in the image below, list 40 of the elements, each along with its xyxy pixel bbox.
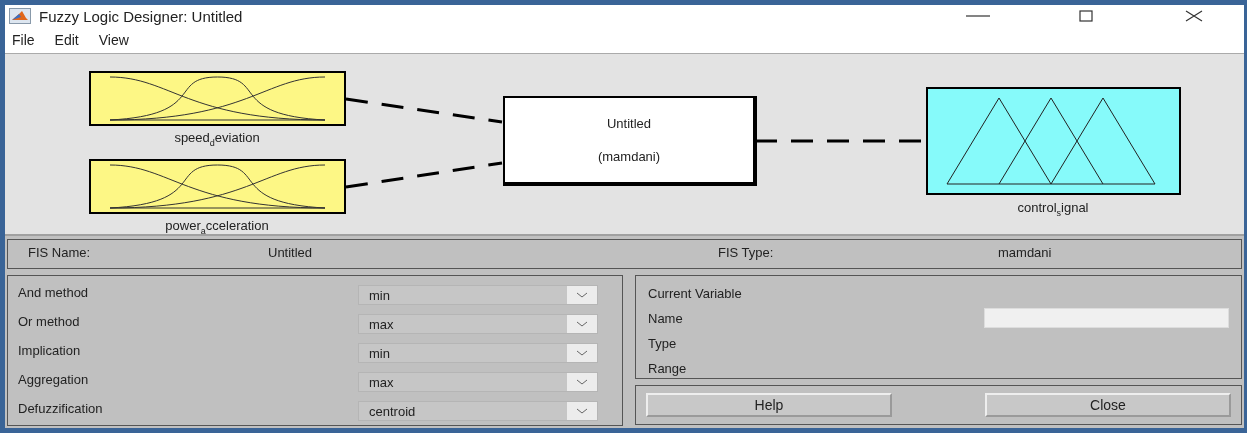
field-label: Name (648, 310, 684, 326)
menu-item[interactable]: View (97, 30, 130, 50)
menu-item[interactable]: Edit (53, 30, 80, 50)
chevron-down-icon (576, 321, 588, 327)
method-label: Or method (18, 313, 81, 329)
name-field[interactable] (984, 308, 1229, 328)
variable-label: control$_{s}$ignal (1017, 200, 1089, 218)
membership-function-block[interactable] (89, 71, 346, 126)
fis-type-label: FIS Type: (717, 245, 775, 260)
help-button[interactable]: Help (646, 393, 892, 417)
method-dropdown[interactable]: max (358, 372, 598, 392)
membership-function-block[interactable] (89, 159, 346, 214)
method-dropdown[interactable]: max (358, 314, 598, 334)
variable-label: speed$_{d}$eviation (174, 130, 260, 148)
chevron-down-icon (576, 350, 588, 356)
variable-label: power$_{a}$cceleration (165, 218, 269, 236)
method-label: Aggregation (18, 371, 90, 387)
section-title: Current Variable (648, 285, 743, 301)
fis-type-value: mamdani (997, 245, 1053, 260)
method-label: And method (18, 284, 90, 300)
system-name: Untitled (606, 116, 652, 131)
field-label: Type (648, 335, 678, 351)
method-dropdown[interactable]: min (358, 343, 598, 363)
method-dropdown[interactable]: min (358, 285, 598, 305)
app-logo-icon (9, 8, 31, 24)
system-block[interactable]: Untitled (mamdani) (503, 96, 757, 186)
chevron-down-icon (576, 408, 588, 414)
fis-name-label: FIS Name: (27, 245, 92, 260)
membership-function-block[interactable] (926, 87, 1181, 195)
system-type: (mamdani) (597, 149, 661, 164)
method-label: Implication (18, 342, 82, 358)
menu-item[interactable]: File (11, 30, 36, 50)
method-label: Defuzzification (18, 400, 104, 416)
chevron-down-icon (576, 292, 588, 298)
chevron-down-icon (576, 379, 588, 385)
window-title: Fuzzy Logic Designer: Untitled (39, 7, 244, 25)
method-dropdown[interactable]: centroid (358, 401, 598, 421)
field-label: Range (648, 360, 688, 376)
fis-name-value: Untitled (267, 245, 314, 260)
close-button[interactable]: Close (985, 393, 1231, 417)
